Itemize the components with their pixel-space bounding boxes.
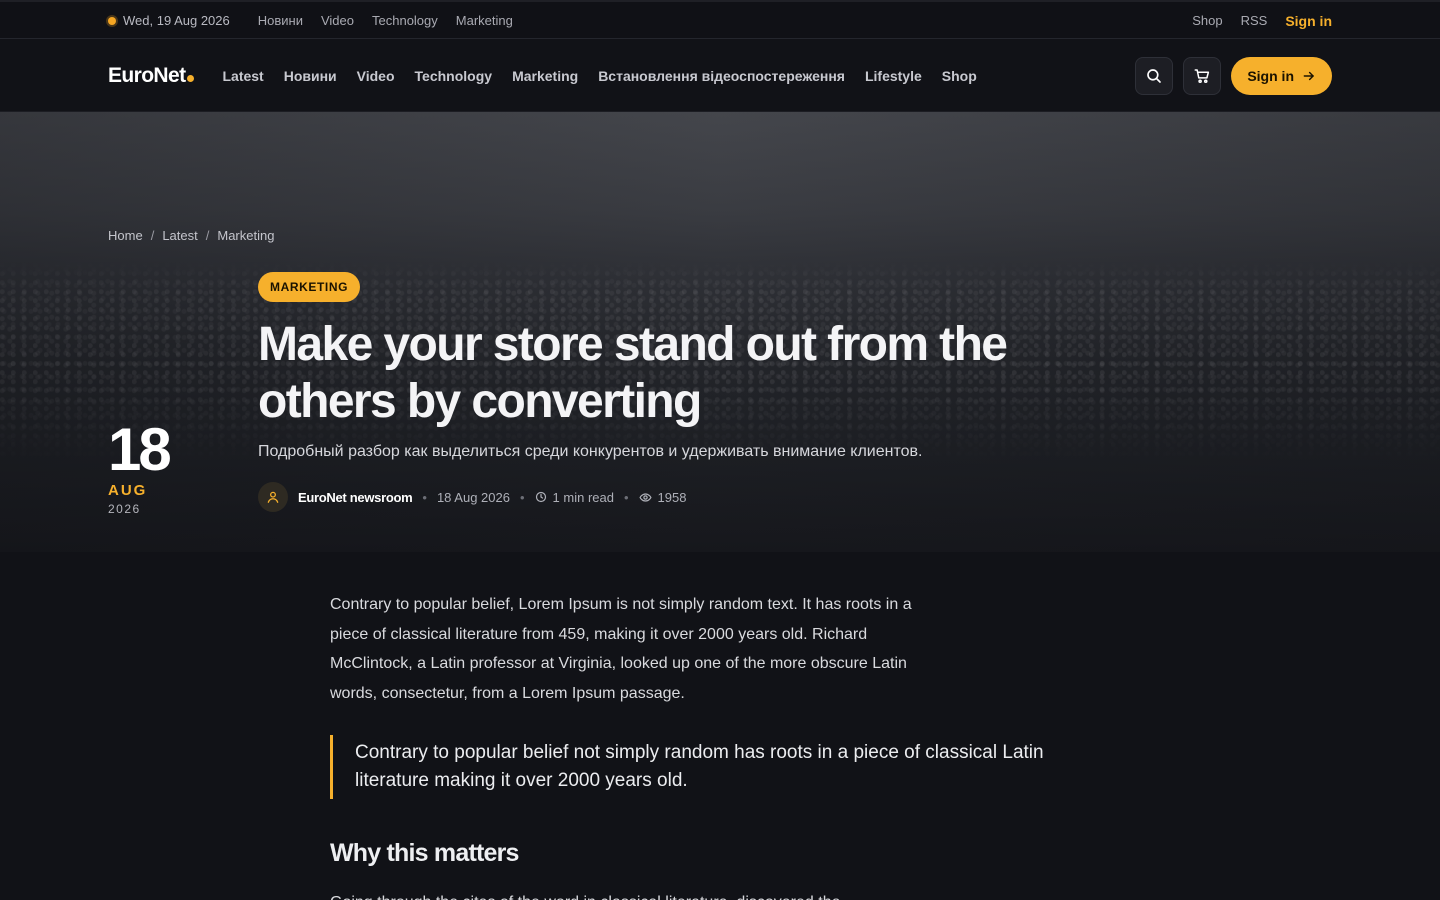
nav-item-shop[interactable]: Shop — [942, 68, 977, 84]
cart-button[interactable] — [1183, 56, 1222, 95]
article-blockquote: Contrary to popular belief not simply ra… — [330, 735, 1070, 799]
eye-icon — [638, 492, 652, 502]
nav-item-novyny[interactable]: Новини — [284, 68, 337, 84]
nav-item-marketing[interactable]: Marketing — [512, 68, 578, 84]
nav-item-video[interactable]: Video — [357, 68, 395, 84]
site-logo[interactable]: EuroNet — [108, 63, 195, 88]
article-hero: Home / Latest / Marketing MARKETING Make… — [0, 112, 1440, 552]
view-count: 1958 — [638, 489, 687, 505]
breadcrumb-marketing[interactable]: Marketing — [217, 228, 274, 243]
top-link-rss[interactable]: RSS — [1241, 13, 1268, 28]
current-date: Wed, 19 Aug 2026 — [123, 13, 230, 28]
arrow-right-icon — [1303, 71, 1314, 80]
main-navigation: EuroNet Latest Новини Video Technology M… — [0, 39, 1440, 112]
nav-actions: Sign in — [1135, 56, 1332, 95]
big-date-day: 18 — [108, 416, 172, 483]
article-subtitle: Подробный разбор как выделиться среди ко… — [258, 443, 923, 460]
article-title: Make your store stand out from the other… — [258, 318, 1008, 428]
breadcrumb-separator: / — [205, 228, 210, 243]
article-body: Contrary to popular belief, Lorem Ipsum … — [330, 590, 1090, 900]
top-links: Новини Video Technology Marketing — [258, 13, 513, 28]
nav-item-surveillance[interactable]: Встановлення відеоспостереження — [598, 68, 845, 84]
clock-icon — [535, 491, 546, 503]
search-button[interactable] — [1135, 56, 1174, 95]
top-link-video[interactable]: Video — [321, 13, 354, 28]
read-time: 1 min read — [535, 490, 614, 505]
author-name[interactable]: EuroNet newsroom — [298, 490, 413, 505]
search-icon — [1147, 68, 1162, 83]
nav-item-latest[interactable]: Latest — [222, 68, 263, 84]
top-link-novyny[interactable]: Новини — [258, 13, 303, 28]
signin-button-label: Sign in — [1247, 67, 1294, 84]
category-badge[interactable]: MARKETING — [258, 272, 361, 302]
top-link-technology[interactable]: Technology — [372, 13, 438, 28]
top-utility-bar: Wed, 19 Aug 2026 Новини Video Technology… — [0, 0, 1440, 39]
nav-item-technology[interactable]: Technology — [415, 68, 493, 84]
breadcrumb: Home / Latest / Marketing — [108, 228, 274, 243]
big-date-year: 2026 — [108, 502, 141, 516]
top-link-marketing[interactable]: Marketing — [456, 13, 513, 28]
big-date-month: AUG — [108, 482, 148, 499]
signin-button[interactable]: Sign in — [1231, 56, 1332, 95]
big-date: 18 AUG 2026 — [108, 416, 172, 517]
breadcrumb-home[interactable]: Home — [108, 228, 143, 243]
article-lead-paragraph: Contrary to popular belief, Lorem Ipsum … — [330, 596, 912, 702]
view-count-label: 1958 — [657, 489, 687, 505]
breadcrumb-separator: / — [150, 228, 155, 243]
live-dot-icon — [108, 16, 116, 25]
article-meta: EuroNet newsroom • 18 Aug 2026 • 1 min r… — [258, 482, 686, 512]
nav-item-lifestyle[interactable]: Lifestyle — [865, 68, 922, 84]
top-signin-link[interactable]: Sign in — [1285, 13, 1332, 29]
logo-dot-icon — [187, 74, 195, 82]
author-avatar[interactable] — [258, 482, 288, 512]
read-time-label: 1 min read — [552, 489, 614, 505]
publish-date: 18 Aug 2026 — [436, 489, 510, 505]
section-heading: Why this matters — [330, 839, 519, 867]
user-icon — [267, 491, 279, 503]
logo-text: EuroNet — [108, 63, 186, 87]
breadcrumb-latest[interactable]: Latest — [162, 228, 197, 243]
top-right-links: Shop RSS Sign in — [1192, 13, 1332, 29]
nav-links: Latest Новини Video Technology Marketing… — [222, 68, 976, 84]
top-link-shop[interactable]: Shop — [1192, 13, 1222, 28]
article-paragraph: Going through the cites of the word in c… — [330, 888, 930, 900]
cart-icon — [1194, 68, 1210, 83]
